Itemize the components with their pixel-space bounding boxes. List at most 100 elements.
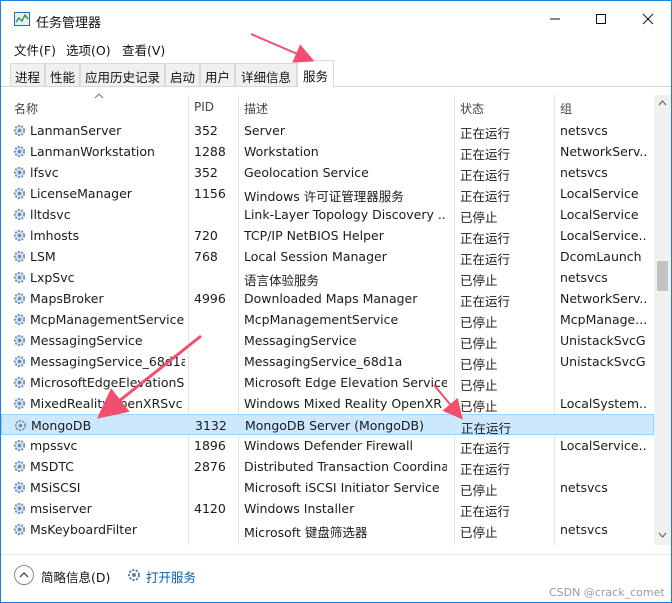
table-row[interactable]: MapsBroker 4996 Downloaded Maps Manager 正在运… <box>1 288 654 309</box>
scroll-up-icon[interactable] <box>658 100 667 106</box>
tab-performance[interactable]: 性能 <box>45 63 80 86</box>
maximize-button[interactable] <box>578 1 624 35</box>
table-row[interactable]: MsKeyboardFilter Microsoft 键盘筛选器 已停止 netsvc… <box>1 519 654 540</box>
table-row[interactable]: MixedRealityOpenXRSvc Windows Mixed Reali… <box>1 393 654 414</box>
cell-name: MongoDB <box>31 418 92 433</box>
table-row[interactable]: MSiSCSI Microsoft iSCSI Initiator Service… <box>1 477 654 498</box>
cell-description: 语言体验服务 <box>244 273 320 288</box>
service-gear-icon <box>13 439 26 452</box>
service-gear-icon <box>13 229 26 242</box>
table-row-selected[interactable]: MongoDB 3132 MongoDB Server (MongoDB) 正在运行 <box>1 414 654 436</box>
cell-name: MessagingService <box>30 333 143 348</box>
table-row[interactable]: LSM 768 Local Session Manager 正在运行 DcomLaunc… <box>1 246 654 267</box>
cell-description: TCP/IP NetBIOS Helper <box>244 228 384 243</box>
service-gear-icon <box>13 271 26 284</box>
minimize-button[interactable] <box>532 1 578 35</box>
menu-bar: 文件(F) 选项(O) 查看(V) <box>1 37 671 59</box>
service-gear-icon <box>13 208 26 221</box>
scroll-down-icon[interactable] <box>658 532 667 538</box>
cell-name: MessagingService_68d1a <box>30 354 185 369</box>
table-row[interactable]: MSDTC 2876 Distributed Transaction Coordin… <box>1 456 654 477</box>
open-services-link[interactable]: 打开服务 <box>146 567 196 586</box>
cell-pid: 1288 <box>194 144 226 159</box>
col-header-group[interactable]: 组 <box>560 100 572 117</box>
service-gear-icon <box>13 124 26 137</box>
tab-details[interactable]: 详细信息 <box>235 63 297 86</box>
tab-users[interactable]: 用户 <box>200 63 235 86</box>
cell-description: Windows Mixed Reality OpenXR ... <box>244 396 447 411</box>
table-row[interactable]: LicenseManager 1156 Windows 许可证管理器服务 正在运行 Lo… <box>1 183 654 204</box>
cell-name: msiserver <box>30 501 92 516</box>
tab-startup[interactable]: 启动 <box>165 63 200 86</box>
cell-pid: 352 <box>194 123 218 138</box>
services-table: LanmanServer 352 Server 正在运行 netsvcs LanmanWo… <box>1 120 654 545</box>
tab-app-history[interactable]: 应用历史记录 <box>80 63 165 86</box>
cell-status: 已停止 <box>460 399 498 414</box>
cell-name: MicrosoftEdgeElevationS... <box>30 375 185 390</box>
cell-description: Downloaded Maps Manager <box>244 291 418 306</box>
table-row[interactable]: msiserver 4120 Windows Installer 正在运行 <box>1 498 654 519</box>
menu-options[interactable]: 选项(O) <box>66 40 111 59</box>
col-header-name[interactable]: 名称 <box>14 100 38 117</box>
cell-description: Microsoft iSCSI Initiator Service <box>244 480 440 495</box>
table-row[interactable]: NaturalAuthentication 自然身份验证 已停止 netsvcs <box>1 540 654 545</box>
cell-description: Windows 许可证管理器服务 <box>244 189 404 204</box>
table-header: 名称 PID 描述 状态 组 <box>1 95 654 119</box>
cell-description: Windows Installer <box>244 501 355 516</box>
service-gear-icon <box>14 419 27 432</box>
cell-name: MapsBroker <box>30 291 104 306</box>
cell-name: MsKeyboardFilter <box>30 522 138 537</box>
cell-status: 已停止 <box>460 543 550 545</box>
table-row[interactable]: LanmanWorkstation 1288 Workstation 正在运行 Netw… <box>1 141 654 162</box>
cell-group: netsvcs <box>560 480 608 495</box>
cell-name: mpssvc <box>30 438 78 453</box>
task-manager-icon <box>14 12 30 26</box>
vertical-scrollbar[interactable] <box>654 95 671 545</box>
menu-file[interactable]: 文件(F) <box>14 40 56 59</box>
table-row[interactable]: lmhosts 720 TCP/IP NetBIOS Helper 正在运行 Local… <box>1 225 654 246</box>
table-row[interactable]: lfsvc 352 Geolocation Service 正在运行 netsvcs <box>1 162 654 183</box>
cell-group: McpManage... <box>560 312 646 327</box>
cell-pid: 2876 <box>194 459 226 474</box>
title-bar[interactable]: 任务管理器 <box>1 1 671 35</box>
cell-description: Local Session Manager <box>244 249 387 264</box>
cell-group: NetworkServ... <box>560 144 646 159</box>
col-header-pid[interactable]: PID <box>194 100 214 114</box>
cell-group: netsvcs <box>560 165 608 180</box>
col-header-description[interactable]: 描述 <box>244 100 268 117</box>
table-row[interactable]: lltdsvc Link-Layer Topology Discovery ...… <box>1 204 654 225</box>
cell-status: 正在运行 <box>460 252 511 267</box>
cell-status: 正在运行 <box>460 168 511 183</box>
tab-services[interactable]: 服务 <box>297 60 334 87</box>
cell-status: 已停止 <box>460 378 498 393</box>
cell-pid: 768 <box>194 249 218 264</box>
service-gear-icon <box>18 544 21 545</box>
close-button[interactable] <box>625 1 671 35</box>
cell-group: LocalService <box>560 207 639 222</box>
scrollbar-thumb[interactable] <box>657 261 668 291</box>
table-row[interactable]: McpManagementService McpManagementService… <box>1 309 654 330</box>
menu-view[interactable]: 查看(V) <box>122 40 165 59</box>
service-gear-icon <box>13 523 26 536</box>
table-row[interactable]: MicrosoftEdgeElevationS... Microsoft Edge… <box>1 372 654 393</box>
cell-status: 正在运行 <box>460 147 511 162</box>
cell-status: 已停止 <box>460 525 498 540</box>
cell-description: Geolocation Service <box>244 165 369 180</box>
cell-description: MongoDB Server (MongoDB) <box>245 418 424 433</box>
fewer-details-label[interactable]: 简略信息(D) <box>41 567 110 586</box>
col-header-status[interactable]: 状态 <box>460 100 484 117</box>
tab-processes[interactable]: 进程 <box>10 63 45 86</box>
table-row[interactable]: MessagingService MessagingService 已停止 Unist… <box>1 330 654 351</box>
cell-status: 正在运行 <box>460 504 511 519</box>
table-row[interactable]: mpssvc 1896 Windows Defender Firewall 正在运行 L… <box>1 435 654 456</box>
cell-pid: 4120 <box>194 501 226 516</box>
table-row[interactable]: LxpSvc 语言体验服务 已停止 netsvcs <box>1 267 654 288</box>
table-row[interactable]: MessagingService_68d1a MessagingService_6… <box>1 351 654 372</box>
fewer-details-button[interactable] <box>14 565 34 585</box>
cell-group: NetworkServ... <box>560 291 646 306</box>
service-gear-icon <box>13 397 26 410</box>
cell-description: Link-Layer Topology Discovery ... <box>244 207 447 222</box>
cell-description: Workstation <box>244 144 319 159</box>
table-row[interactable]: LanmanServer 352 Server 正在运行 netsvcs <box>1 120 654 141</box>
cell-name: LxpSvc <box>30 270 75 285</box>
